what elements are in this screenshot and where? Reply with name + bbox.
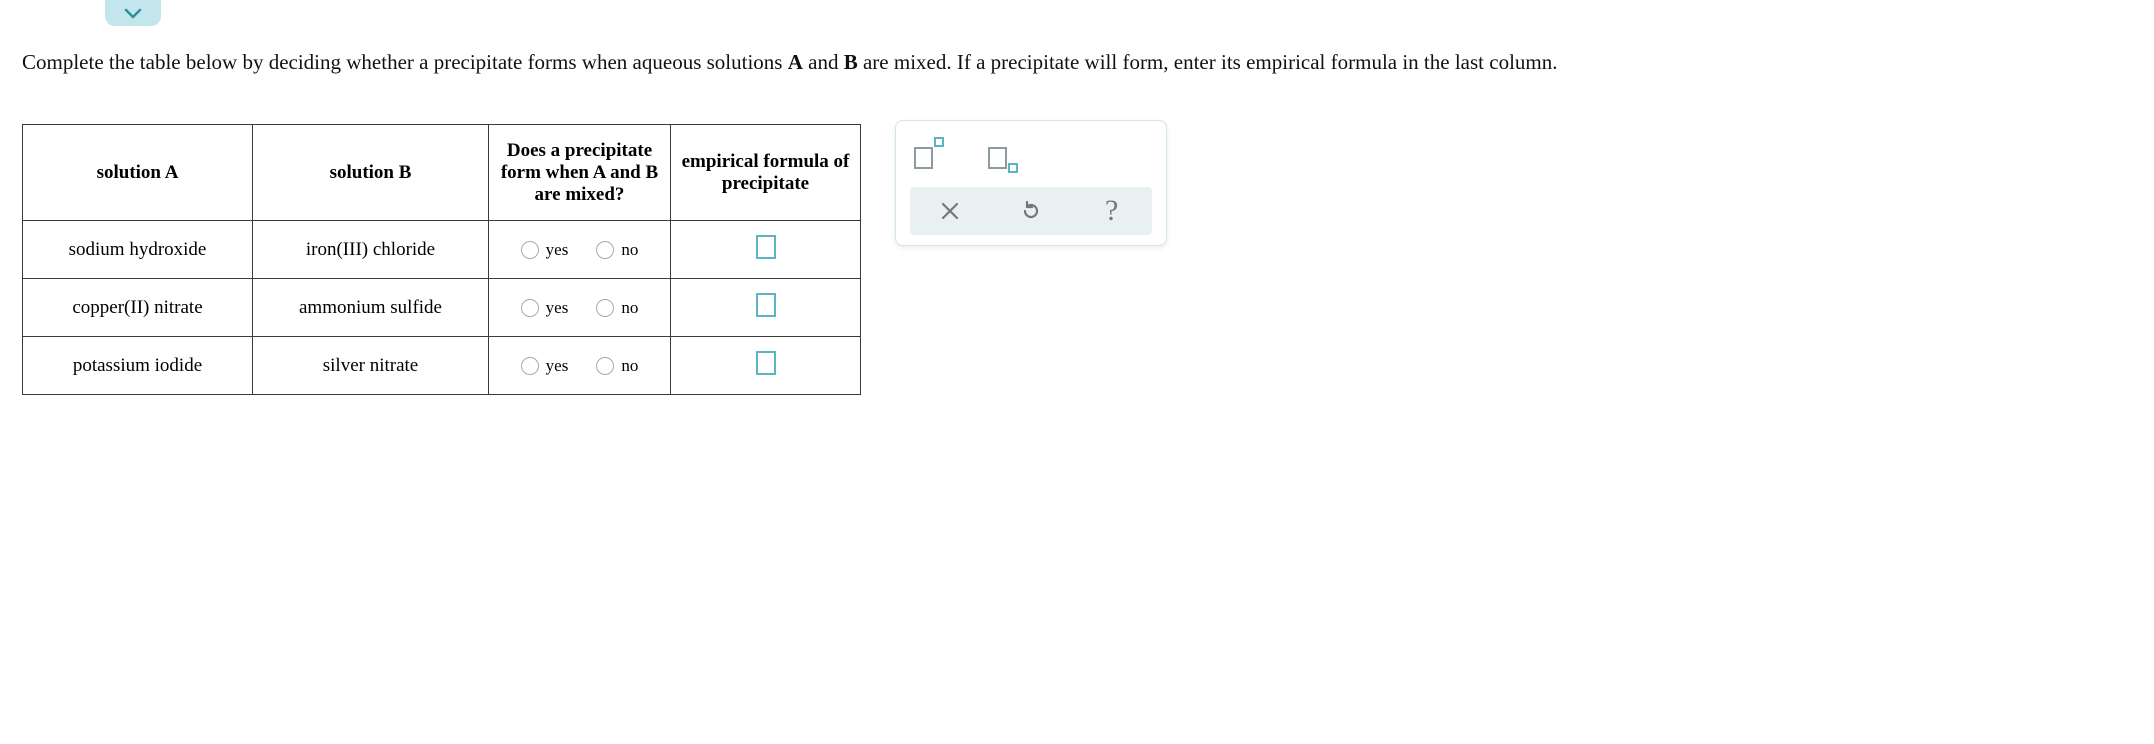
box-icon	[934, 137, 944, 147]
radio-yes[interactable]: yes	[521, 298, 569, 318]
precipitate-table: solution A solution B Does a precipitate…	[22, 124, 861, 395]
cell-solution-a: potassium iodide	[23, 337, 253, 395]
radio-icon	[596, 241, 614, 259]
cell-solution-b: ammonium sulfide	[253, 279, 489, 337]
cell-solution-b: iron(III) chloride	[253, 221, 489, 279]
radio-yes[interactable]: yes	[521, 356, 569, 376]
clear-button[interactable]	[933, 194, 967, 228]
radio-no[interactable]: no	[596, 356, 638, 376]
radio-icon	[521, 241, 539, 259]
chevron-down-icon	[124, 7, 142, 19]
collapse-toggle[interactable]	[105, 0, 161, 26]
reset-button[interactable]	[1014, 194, 1048, 228]
header-solution-b: solution B	[253, 125, 489, 221]
subscript-button[interactable]	[988, 141, 1016, 169]
radio-no[interactable]: no	[596, 240, 638, 260]
help-button[interactable]: ?	[1095, 194, 1129, 228]
table-row: copper(II) nitrate ammonium sulfide yes …	[23, 279, 861, 337]
formula-input[interactable]	[756, 351, 776, 375]
cell-solution-b: silver nitrate	[253, 337, 489, 395]
radio-icon	[596, 357, 614, 375]
reset-icon	[1019, 199, 1043, 223]
formula-input[interactable]	[756, 235, 776, 259]
superscript-button[interactable]	[914, 141, 942, 169]
radio-yes[interactable]: yes	[521, 240, 569, 260]
radio-icon	[596, 299, 614, 317]
input-keypad: ?	[895, 120, 1167, 246]
box-icon	[1008, 163, 1018, 173]
close-icon	[940, 201, 960, 221]
box-icon	[914, 147, 933, 169]
radio-icon	[521, 299, 539, 317]
header-precipitate: Does a precipitate form when A and B are…	[489, 125, 671, 221]
radio-no[interactable]: no	[596, 298, 638, 318]
box-icon	[988, 147, 1007, 169]
radio-icon	[521, 357, 539, 375]
table-row: potassium iodide silver nitrate yes no	[23, 337, 861, 395]
header-formula: empirical formula of precipitate	[671, 125, 861, 221]
cell-solution-a: sodium hydroxide	[23, 221, 253, 279]
formula-input[interactable]	[756, 293, 776, 317]
table-row: sodium hydroxide iron(III) chloride yes …	[23, 221, 861, 279]
instructions-text: Complete the table below by deciding whe…	[22, 0, 2132, 76]
cell-solution-a: copper(II) nitrate	[23, 279, 253, 337]
header-solution-a: solution A	[23, 125, 253, 221]
